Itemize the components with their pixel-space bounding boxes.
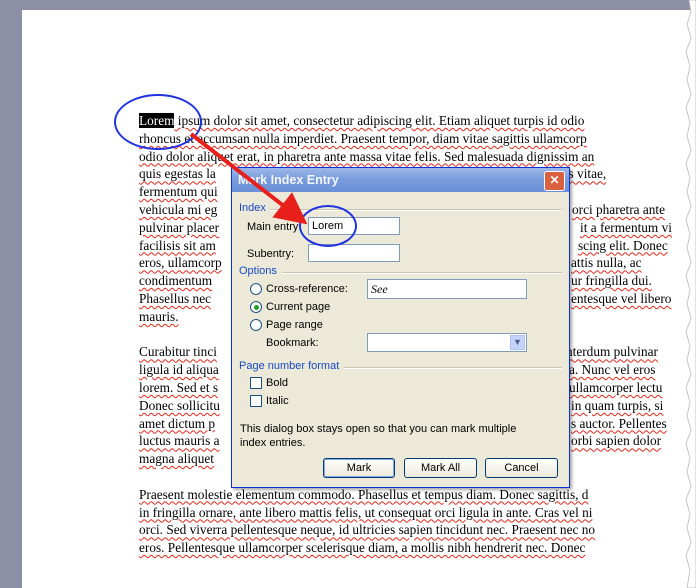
screenshot: Lorem ipsum dolor sit amet, consectetur … [0,0,696,588]
annotation-arrow [189,132,308,225]
annotation-arrow-line [189,132,308,225]
